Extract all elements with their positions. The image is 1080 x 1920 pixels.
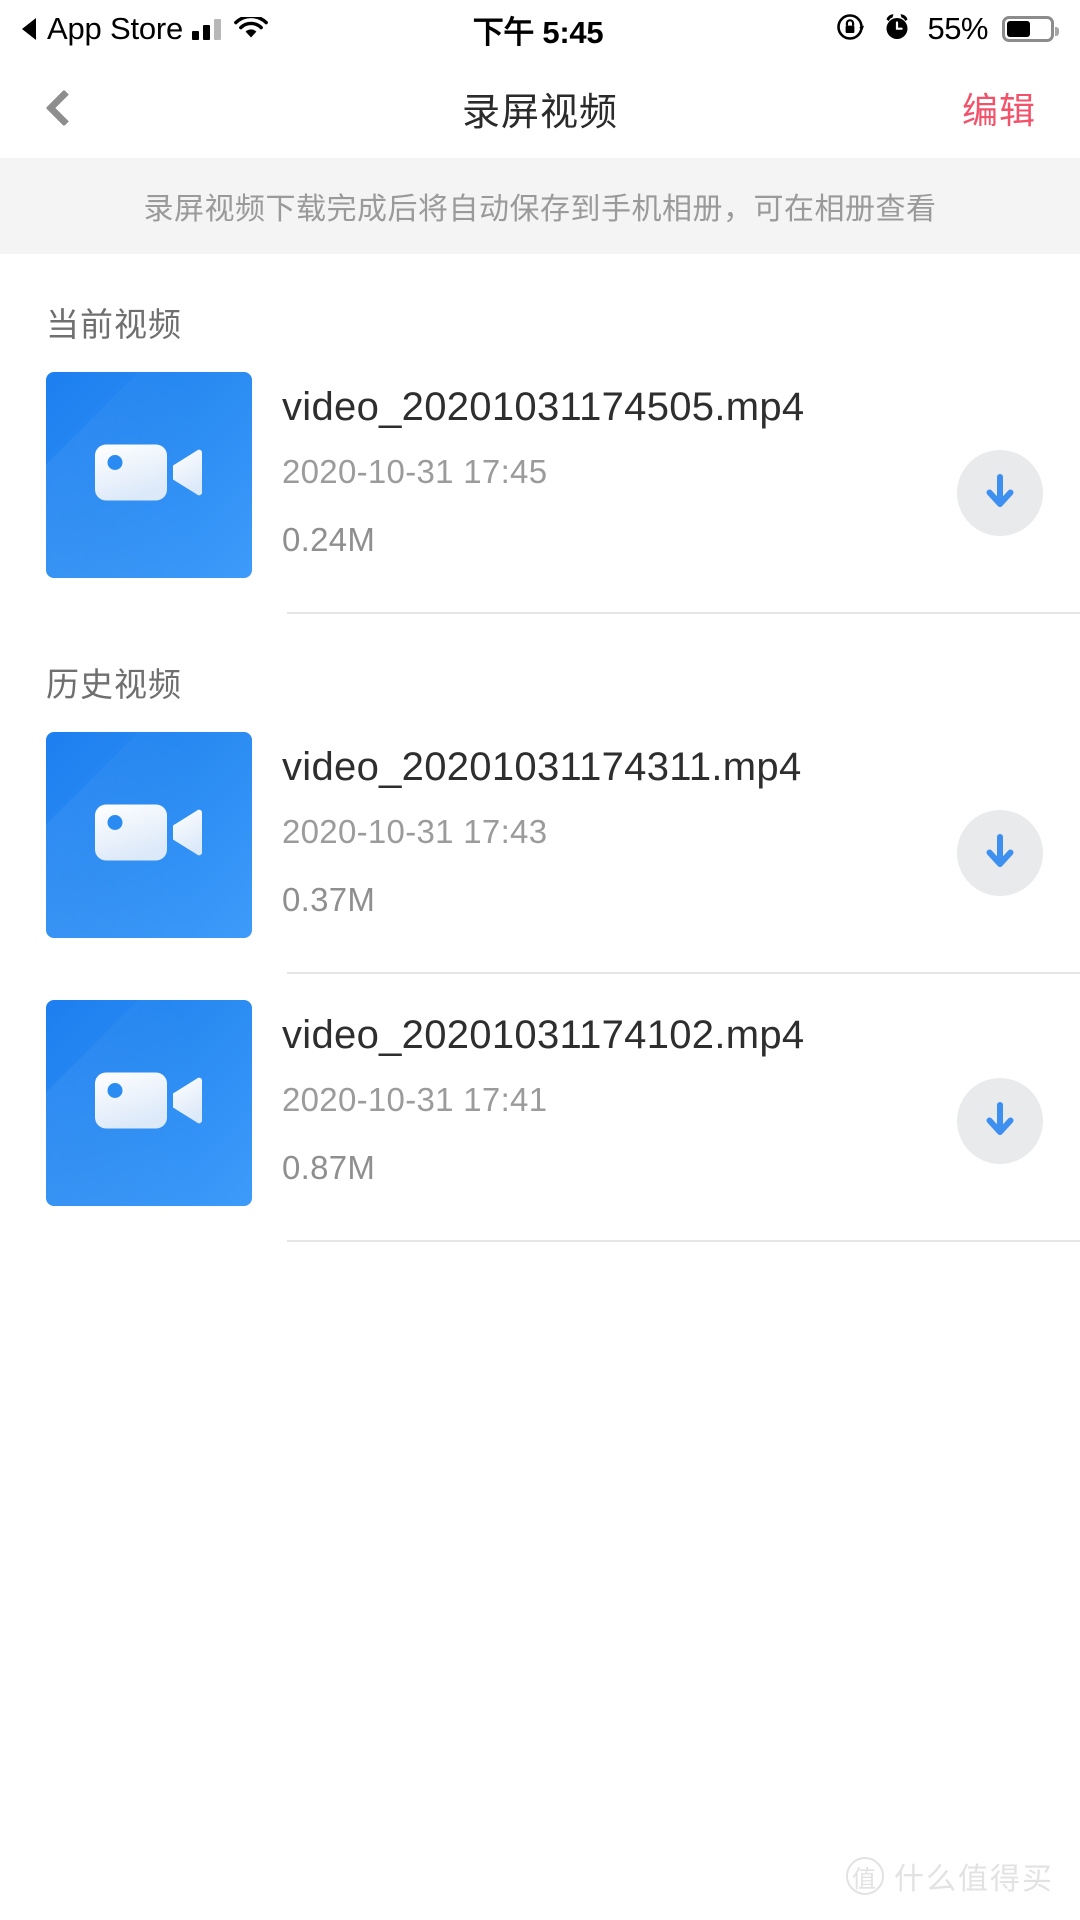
download-button-wrap bbox=[920, 1042, 1080, 1164]
video-camera-icon bbox=[93, 795, 205, 876]
back-button[interactable] bbox=[0, 58, 120, 158]
video-date: 2020-10-31 17:45 bbox=[282, 453, 548, 490]
cellular-signal-icon bbox=[192, 18, 225, 40]
video-date: 2020-10-31 17:43 bbox=[282, 813, 548, 850]
status-bar: App Store 下午 5:45 55% bbox=[0, 0, 1080, 58]
download-button[interactable] bbox=[957, 810, 1043, 896]
video-list-item[interactable]: video_20201031174311.mp4 2020-10-31 17:4… bbox=[0, 732, 1080, 938]
back-triangle-icon[interactable] bbox=[22, 18, 36, 40]
navigation-bar: 录屏视频 编辑 bbox=[0, 58, 1080, 158]
notice-banner-text: 录屏视频下载完成后将自动保存到手机相册，可在相册查看 bbox=[143, 193, 937, 226]
status-bar-clock: 下午 5:45 bbox=[472, 14, 604, 50]
watermark-text: 什么值得买 bbox=[894, 1863, 1054, 1896]
download-button[interactable] bbox=[957, 1078, 1043, 1164]
section-current-video: 当前视频 video_20201031174505.mp4 2020-10-31… bbox=[0, 254, 1080, 614]
download-arrow-icon bbox=[977, 828, 1023, 879]
video-thumbnail[interactable] bbox=[46, 372, 252, 578]
download-button[interactable] bbox=[957, 450, 1043, 536]
wifi-icon bbox=[234, 14, 268, 41]
edit-button[interactable]: 编辑 bbox=[962, 58, 1036, 158]
notice-banner: 录屏视频下载完成后将自动保存到手机相册，可在相册查看 bbox=[0, 158, 1080, 254]
video-camera-icon bbox=[93, 435, 205, 516]
watermark-badge-icon: 值 bbox=[846, 1857, 884, 1895]
video-filename: video_20201031174311.mp4 bbox=[282, 745, 802, 789]
video-meta: video_20201031174311.mp4 2020-10-31 17:4… bbox=[252, 732, 920, 919]
video-meta: video_20201031174102.mp4 2020-10-31 17:4… bbox=[252, 1000, 920, 1187]
video-filename: video_20201031174505.mp4 bbox=[282, 385, 805, 429]
alarm-clock-icon bbox=[881, 11, 913, 48]
video-list-item[interactable]: video_20201031174505.mp4 2020-10-31 17:4… bbox=[0, 372, 1080, 578]
rotation-lock-icon bbox=[835, 11, 867, 48]
video-size: 0.37M bbox=[282, 881, 376, 919]
section-history-video: 历史视频 video_20201031174311.mp4 2020-10-31… bbox=[0, 614, 1080, 1242]
video-thumbnail[interactable] bbox=[46, 1000, 252, 1206]
watermark: 值 什么值得买 bbox=[846, 1854, 1054, 1898]
video-size: 0.24M bbox=[282, 521, 376, 559]
status-bar-left: App Store bbox=[22, 11, 473, 47]
page-title: 录屏视频 bbox=[461, 91, 618, 134]
download-button-wrap bbox=[920, 414, 1080, 536]
video-meta: video_20201031174505.mp4 2020-10-31 17:4… bbox=[252, 372, 920, 559]
video-camera-icon bbox=[93, 1063, 205, 1144]
video-thumbnail[interactable] bbox=[46, 732, 252, 938]
chevron-left-icon bbox=[45, 89, 83, 127]
section-title: 历史视频 bbox=[46, 666, 182, 703]
status-bar-back-app-label[interactable]: App Store bbox=[47, 11, 183, 47]
battery-icon bbox=[1002, 16, 1059, 42]
status-bar-center: 下午 5:45 bbox=[473, 7, 604, 52]
status-bar-right: 55% bbox=[603, 11, 1059, 48]
video-list-item[interactable]: video_20201031174102.mp4 2020-10-31 17:4… bbox=[0, 974, 1080, 1206]
video-date: 2020-10-31 17:41 bbox=[282, 1081, 548, 1118]
section-title: 当前视频 bbox=[46, 306, 182, 343]
battery-percent-label: 55% bbox=[927, 11, 988, 46]
app-screen: App Store 下午 5:45 55% 录屏视频 编辑 录屏视频下载完成后将… bbox=[0, 0, 1080, 1920]
download-arrow-icon bbox=[977, 468, 1023, 519]
video-filename: video_20201031174102.mp4 bbox=[282, 1013, 805, 1057]
download-arrow-icon bbox=[977, 1096, 1023, 1147]
download-button-wrap bbox=[920, 774, 1080, 896]
list-divider bbox=[287, 1240, 1080, 1242]
video-size: 0.87M bbox=[282, 1149, 376, 1187]
